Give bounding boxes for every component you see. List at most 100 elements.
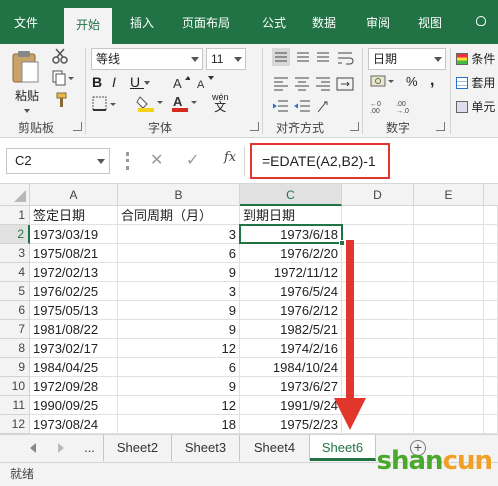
name-box[interactable]: C2	[6, 148, 110, 174]
accounting-format-button[interactable]	[370, 74, 398, 93]
cell-f9[interactable]	[484, 358, 498, 377]
cell-b10[interactable]: 9	[118, 377, 240, 396]
tab-data[interactable]: 数据	[312, 14, 336, 32]
cell-a1[interactable]: 签定日期	[30, 206, 118, 225]
splitter-handle[interactable]	[126, 152, 129, 170]
column-header-a[interactable]: A	[30, 184, 118, 206]
enter-icon[interactable]: ✓	[186, 150, 199, 170]
cell-f7[interactable]	[484, 320, 498, 339]
cell-e5[interactable]	[414, 282, 484, 301]
cell-c2[interactable]: 1973/6/18	[240, 225, 342, 244]
column-header-d[interactable]: D	[342, 184, 414, 206]
font-size-dropdown[interactable]: 11	[206, 48, 246, 70]
cell-f3[interactable]	[484, 244, 498, 263]
row-header[interactable]: 11	[0, 396, 30, 415]
worksheet-grid[interactable]: A B C D E 1 签定日期 合同周期（月） 到期日期 2 1973/03/19 3 19…	[0, 184, 498, 434]
tab-home[interactable]: 开始	[64, 8, 113, 44]
column-header-b[interactable]: B	[118, 184, 240, 206]
tab-formulas[interactable]: 公式	[262, 14, 286, 32]
cell-e8[interactable]	[414, 339, 484, 358]
increase-font-button[interactable]: A	[172, 74, 191, 93]
cell-b2[interactable]: 3	[118, 225, 240, 244]
row-header[interactable]: 4	[0, 263, 30, 282]
alignment-launcher[interactable]	[350, 122, 359, 131]
cell-f8[interactable]	[484, 339, 498, 358]
row-header[interactable]: 6	[0, 301, 30, 320]
borders-button[interactable]	[92, 96, 118, 115]
cell-c1[interactable]: 到期日期	[240, 206, 342, 225]
row-header[interactable]: 1	[0, 206, 30, 225]
phonetic-guide-button[interactable]: wén 文	[212, 92, 229, 113]
cell-e3[interactable]	[414, 244, 484, 263]
cell-a7[interactable]: 1981/08/22	[30, 320, 118, 339]
underline-button[interactable]: U	[130, 74, 150, 90]
cell-f1[interactable]	[484, 206, 498, 225]
cell-f5[interactable]	[484, 282, 498, 301]
cell-c3[interactable]: 1976/2/20	[240, 244, 342, 263]
cell-b6[interactable]: 9	[118, 301, 240, 320]
tab-file[interactable]: 文件	[14, 14, 38, 32]
row-header[interactable]: 12	[0, 415, 30, 434]
comma-style-button[interactable]: ,	[430, 72, 434, 90]
cell-e10[interactable]	[414, 377, 484, 396]
cell-e9[interactable]	[414, 358, 484, 377]
cell-c7[interactable]: 1982/5/21	[240, 320, 342, 339]
number-format-dropdown[interactable]: 日期	[368, 48, 446, 70]
sheet-tab-more[interactable]: ...	[76, 435, 104, 461]
scroll-right-icon[interactable]	[58, 443, 64, 453]
align-left-button[interactable]	[272, 74, 332, 97]
font-launcher[interactable]	[250, 122, 259, 131]
cell-a9[interactable]: 1984/04/25	[30, 358, 118, 377]
italic-button[interactable]: I	[112, 74, 116, 90]
tab-review[interactable]: 审阅	[366, 14, 390, 32]
scroll-left-icon[interactable]	[30, 443, 36, 453]
cell-b8[interactable]: 12	[118, 339, 240, 358]
cell-e6[interactable]	[414, 301, 484, 320]
column-header-c[interactable]: C	[240, 184, 342, 206]
cell-b12[interactable]: 18	[118, 415, 240, 434]
cell-c6[interactable]: 1976/2/12	[240, 301, 342, 320]
row-header[interactable]: 3	[0, 244, 30, 263]
cell-a4[interactable]: 1972/02/13	[30, 263, 118, 282]
cell-c5[interactable]: 1976/5/24	[240, 282, 342, 301]
decimal-buttons[interactable]: ←0.00 .00 →.0	[370, 98, 420, 117]
cell-a11[interactable]: 1990/09/25	[30, 396, 118, 415]
sheet-tab-sheet4[interactable]: Sheet4	[240, 435, 310, 461]
fill-color-button[interactable]	[136, 94, 164, 115]
cell-a10[interactable]: 1972/09/28	[30, 377, 118, 396]
sheet-tab-sheet3[interactable]: Sheet3	[172, 435, 240, 461]
formula-input[interactable]: =EDATE(A2,B2)-1	[250, 143, 390, 179]
cell-b11[interactable]: 12	[118, 396, 240, 415]
cell-c11[interactable]: 1991/9/24	[240, 396, 342, 415]
merge-center-button[interactable]	[336, 76, 360, 95]
cell-c12[interactable]: 1975/2/23	[240, 415, 342, 434]
tell-me-button[interactable]	[476, 14, 490, 28]
align-top-button[interactable]	[272, 48, 332, 71]
cancel-icon[interactable]: ✕	[150, 150, 163, 170]
cell-a3[interactable]: 1975/08/21	[30, 244, 118, 263]
cell-e7[interactable]	[414, 320, 484, 339]
row-header[interactable]: 2	[0, 225, 30, 244]
cell-a2[interactable]: 1973/03/19	[30, 225, 118, 244]
indent-buttons[interactable]	[272, 98, 332, 119]
cell-f2[interactable]	[484, 225, 498, 244]
cell-b4[interactable]: 9	[118, 263, 240, 282]
cell-f12[interactable]	[484, 415, 498, 434]
tab-page-layout[interactable]: 页面布局	[182, 14, 230, 32]
cell-c9[interactable]: 1984/10/24	[240, 358, 342, 377]
cell-d1[interactable]	[342, 206, 414, 225]
column-header-e[interactable]: E	[414, 184, 484, 206]
paste-button[interactable]: 粘贴	[10, 50, 44, 113]
cell-c8[interactable]: 1974/2/16	[240, 339, 342, 358]
cell-b5[interactable]: 3	[118, 282, 240, 301]
percent-button[interactable]: %	[406, 74, 418, 89]
row-header[interactable]: 5	[0, 282, 30, 301]
cell-f11[interactable]	[484, 396, 498, 415]
cell-e1[interactable]	[414, 206, 484, 225]
font-name-dropdown[interactable]: 等线	[91, 48, 203, 70]
cell-a5[interactable]: 1976/02/25	[30, 282, 118, 301]
number-launcher[interactable]	[436, 122, 445, 131]
cell-a6[interactable]: 1975/05/13	[30, 301, 118, 320]
font-color-button[interactable]: A	[170, 94, 198, 115]
cell-f4[interactable]	[484, 263, 498, 282]
